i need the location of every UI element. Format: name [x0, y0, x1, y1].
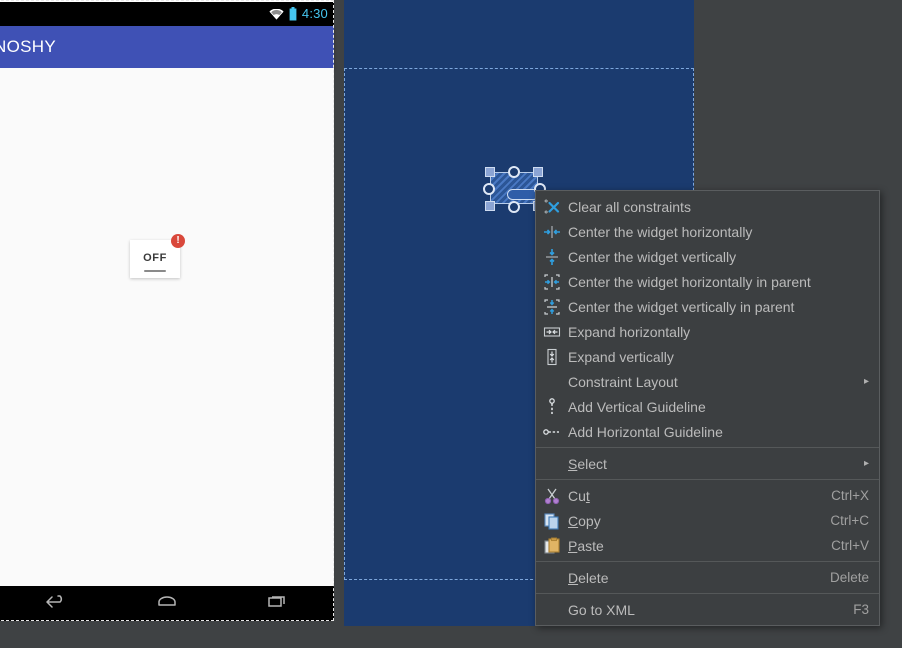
constraint-anchor-left[interactable]: [483, 183, 495, 195]
constraint-anchor-bottom[interactable]: [508, 201, 520, 213]
switch-widget-preview[interactable]: OFF !: [130, 234, 185, 278]
blueprint-context-menu[interactable]: Clear all constraints Center the widget h…: [535, 190, 880, 626]
android-navigation-bar: [0, 586, 334, 621]
error-badge-icon[interactable]: !: [171, 234, 185, 248]
menu-item-label: Select: [568, 455, 607, 472]
wifi-icon: [269, 8, 284, 20]
menu-item-shortcut: Delete: [829, 570, 869, 585]
app-title: NOSHY: [0, 37, 56, 56]
vertical-guideline-icon: [540, 397, 564, 416]
menu-item-no-icon: [540, 455, 564, 473]
center-horizontal-icon: [540, 223, 564, 241]
menu-item-shortcut: Ctrl+C: [830, 513, 869, 528]
menu-item-copy[interactable]: Copy Ctrl+C: [536, 508, 879, 533]
menu-item-label: Expand vertically: [568, 348, 674, 365]
menu-item-center-the-widget-horizontally[interactable]: Center the widget horizontally: [536, 219, 879, 244]
menu-item-label: Copy: [568, 512, 601, 529]
horizontal-guideline-icon: [540, 423, 564, 441]
paste-icon: [540, 537, 564, 555]
menu-item-label: Clear all constraints: [568, 198, 691, 215]
menu-item-center-the-widget-vertically-in-parent[interactable]: Center the widget vertically in parent: [536, 294, 879, 319]
menu-item-shortcut: Ctrl+V: [831, 538, 869, 553]
menu-item-label: Paste: [568, 537, 604, 554]
android-status-bar: 4:30: [0, 2, 334, 26]
menu-item-expand-vertically[interactable]: Expand vertically: [536, 344, 879, 369]
menu-item-no-icon: [540, 373, 564, 391]
resize-handle-top-right[interactable]: [533, 167, 543, 177]
resize-handle-top-left[interactable]: [485, 167, 495, 177]
menu-item-label: Add Vertical Guideline: [568, 398, 706, 415]
center-vertical-parent-icon: [540, 298, 564, 316]
menu-item-label: Center the widget vertically: [568, 248, 737, 265]
menu-item-go-to-xml[interactable]: Go to XML F3: [536, 597, 879, 622]
menu-separator: [536, 593, 879, 594]
menu-item-paste[interactable]: Paste Ctrl+V: [536, 533, 879, 558]
menu-item-cut[interactable]: Cut Ctrl+X: [536, 483, 879, 508]
center-horizontal-parent-icon: [540, 273, 564, 291]
menu-item-delete[interactable]: Delete Delete: [536, 565, 879, 590]
menu-item-select[interactable]: Select ▸: [536, 451, 879, 476]
menu-item-no-icon: [540, 569, 564, 587]
expand-horizontal-icon: [540, 323, 564, 341]
copy-icon: [540, 512, 564, 530]
menu-item-label: Go to XML: [568, 601, 635, 618]
clear-constraints-icon: [540, 198, 564, 216]
battery-icon: [289, 7, 297, 21]
menu-item-label: Center the widget horizontally: [568, 223, 753, 240]
menu-item-shortcut: Ctrl+X: [831, 488, 869, 503]
menu-item-center-the-widget-vertically[interactable]: Center the widget vertically: [536, 244, 879, 269]
menu-item-label: Center the widget vertically in parent: [568, 298, 795, 315]
submenu-arrow-icon: ▸: [863, 376, 869, 387]
switch-track: [144, 270, 166, 272]
menu-item-label: Add Horizontal Guideline: [568, 423, 723, 440]
menu-separator: [536, 479, 879, 480]
status-bar-clock: 4:30: [301, 6, 328, 21]
menu-separator: [536, 447, 879, 448]
submenu-arrow-icon: ▸: [863, 458, 869, 469]
menu-item-no-icon: [540, 601, 564, 619]
center-vertical-icon: [540, 248, 564, 266]
menu-item-add-vertical-guideline[interactable]: Add Vertical Guideline: [536, 394, 879, 419]
menu-item-expand-horizontally[interactable]: Expand horizontally: [536, 319, 879, 344]
menu-item-shortcut: F3: [853, 602, 869, 617]
menu-item-label: Delete: [568, 569, 609, 586]
expand-vertical-icon: [540, 348, 564, 366]
app-toolbar[interactable]: NOSHY: [0, 26, 334, 68]
menu-item-constraint-layout[interactable]: Constraint Layout ▸: [536, 369, 879, 394]
recents-icon[interactable]: [267, 594, 289, 613]
switch-label: OFF: [143, 251, 167, 264]
design-canvas[interactable]: OFF !: [0, 68, 334, 586]
menu-item-label: Constraint Layout: [568, 373, 678, 390]
cut-icon: [540, 487, 564, 505]
menu-item-center-the-widget-horizontally-in-parent[interactable]: Center the widget horizontally in parent: [536, 269, 879, 294]
back-icon[interactable]: [45, 594, 67, 613]
menu-separator: [536, 561, 879, 562]
resize-handle-bottom-left[interactable]: [485, 201, 495, 211]
home-icon[interactable]: [156, 594, 178, 613]
constraint-anchor-top[interactable]: [508, 166, 520, 178]
menu-item-add-horizontal-guideline[interactable]: Add Horizontal Guideline: [536, 419, 879, 444]
menu-item-label: Expand horizontally: [568, 323, 691, 340]
menu-item-label: Center the widget horizontally in parent: [568, 273, 811, 290]
menu-item-label: Cut: [568, 487, 590, 504]
menu-item-clear-all-constraints[interactable]: Clear all constraints: [536, 194, 879, 219]
design-preview-pane[interactable]: 4:30 NOSHY OFF !: [0, 0, 334, 621]
